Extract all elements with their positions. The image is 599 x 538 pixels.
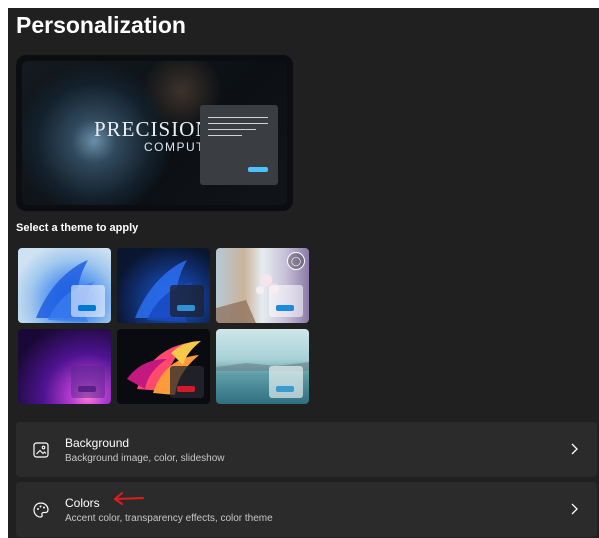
preview-text-line xyxy=(208,117,268,118)
preview-text-line xyxy=(208,129,256,130)
colors-title: Colors xyxy=(65,496,100,510)
theme-tile-flow[interactable] xyxy=(117,329,210,404)
page-title: Personalization xyxy=(16,12,186,38)
preview-brand-text: PRECISION xyxy=(94,117,212,141)
theme-sample-window xyxy=(269,366,303,398)
settings-window: Personalization PRECISION COMPUTI Select… xyxy=(8,8,599,538)
theme-preview: PRECISION COMPUTI xyxy=(16,55,293,211)
theme-accent-swatch xyxy=(177,305,195,311)
chevron-right-icon xyxy=(571,503,578,515)
theme-accent-swatch xyxy=(276,386,294,392)
theme-sample-window xyxy=(71,366,105,398)
preview-text-line xyxy=(208,123,268,124)
theme-sample-window xyxy=(170,285,204,317)
preview-sample-window xyxy=(200,105,278,185)
annotation-arrow-icon xyxy=(114,492,144,505)
theme-tile-windows-light[interactable] xyxy=(18,248,111,323)
theme-tile-sunrise[interactable] xyxy=(216,329,309,404)
background-setting-row[interactable]: Background Background image, color, slid… xyxy=(16,422,597,477)
theme-sample-window xyxy=(170,366,204,398)
preview-text-line xyxy=(208,135,242,136)
theme-accent-swatch xyxy=(78,305,96,311)
colors-description: Accent color, transparency effects, colo… xyxy=(65,513,273,524)
theme-tile-glow[interactable] xyxy=(18,329,111,404)
theme-sample-window xyxy=(71,285,105,317)
theme-tile-captured-motion[interactable]: ◯ xyxy=(216,248,309,323)
background-description: Background image, color, slideshow xyxy=(65,453,225,464)
background-title: Background xyxy=(65,436,130,450)
colors-setting-row[interactable]: Colors Accent color, transparency effect… xyxy=(16,482,597,537)
chevron-right-icon xyxy=(571,443,578,455)
theme-tile-windows-dark[interactable] xyxy=(117,248,210,323)
theme-accent-swatch xyxy=(276,305,294,311)
theme-sample-window xyxy=(269,285,303,317)
theme-flag-icon: ◯ xyxy=(287,252,305,270)
theme-accent-swatch xyxy=(78,386,96,392)
preview-accent-button xyxy=(248,167,268,172)
palette-icon xyxy=(33,502,49,518)
theme-section-label: Select a theme to apply xyxy=(16,222,139,234)
image-icon xyxy=(33,442,49,458)
theme-accent-swatch xyxy=(177,386,195,392)
